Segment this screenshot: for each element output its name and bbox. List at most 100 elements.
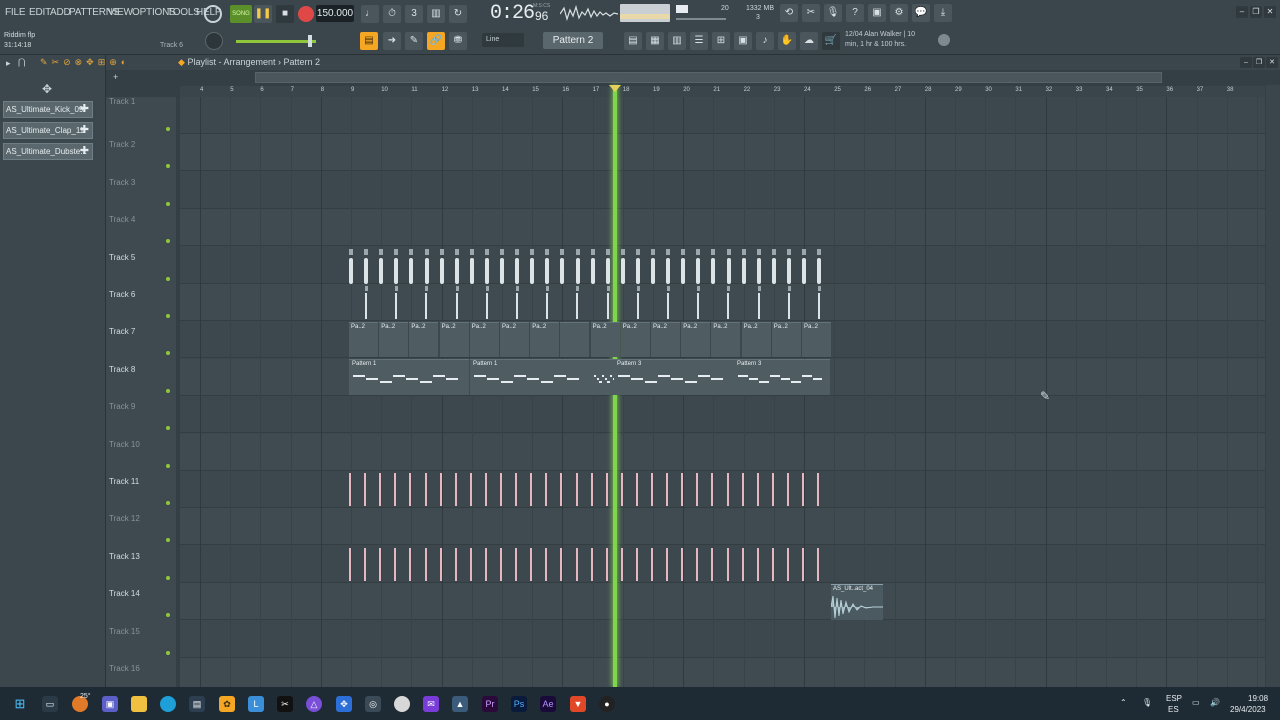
hat-note-track-13[interactable] xyxy=(484,548,487,581)
pattern-clip[interactable]: Pa..2 xyxy=(711,322,741,357)
file-explorer-icon[interactable] xyxy=(131,696,147,712)
track-lane[interactable] xyxy=(180,247,1265,284)
track-lane[interactable] xyxy=(180,209,1265,247)
clap-note[interactable] xyxy=(546,293,549,319)
hat-note-track-11[interactable] xyxy=(817,473,820,506)
hat-note-track-11[interactable] xyxy=(439,473,442,506)
obs-icon[interactable]: ● xyxy=(599,696,615,712)
clap-note-head[interactable] xyxy=(395,286,399,291)
add-track-icon[interactable]: + xyxy=(113,72,118,82)
chrome-icon[interactable] xyxy=(394,696,410,712)
hat-note-track-13[interactable] xyxy=(771,548,774,581)
track-name-9[interactable]: Track 9 xyxy=(109,402,135,411)
app-blue-icon[interactable]: ✥ xyxy=(336,696,352,712)
track-mute-led[interactable] xyxy=(166,463,170,468)
pattern-clip[interactable] xyxy=(560,322,590,357)
kick-note[interactable] xyxy=(500,258,504,284)
volume-icon[interactable]: 🔊 xyxy=(1210,698,1220,707)
countdown-icon[interactable]: 3 xyxy=(405,5,423,23)
language-bottom[interactable]: ES xyxy=(1168,705,1179,714)
hat-note-track-13[interactable] xyxy=(424,548,427,581)
pattern-clip[interactable]: Pa..2 xyxy=(651,322,680,357)
hat-note-track-11[interactable] xyxy=(756,473,759,506)
magnet-icon[interactable]: ⋂ xyxy=(18,57,25,68)
pattern-clip[interactable]: Pa..2 xyxy=(439,322,469,357)
clap-note[interactable] xyxy=(667,293,669,319)
hat-note-track-11[interactable] xyxy=(726,473,729,506)
hat-note-track-11[interactable] xyxy=(741,473,744,506)
kick-note[interactable] xyxy=(756,258,761,284)
clap-note[interactable] xyxy=(606,293,609,319)
kick-note-head[interactable] xyxy=(756,249,761,255)
live-icon[interactable]: L xyxy=(248,696,264,712)
clap-note[interactable] xyxy=(365,293,367,319)
kick-note[interactable] xyxy=(681,258,686,284)
clock-date[interactable]: 29/4/2023 xyxy=(1230,705,1266,714)
track-lane[interactable] xyxy=(180,172,1265,209)
clap-note[interactable] xyxy=(516,293,518,319)
hat-note-track-13[interactable] xyxy=(756,548,759,581)
edge-icon[interactable] xyxy=(160,696,176,712)
cut-icon[interactable]: ✂ xyxy=(802,4,820,22)
clap-note[interactable] xyxy=(757,293,760,319)
clap-note[interactable] xyxy=(727,293,730,319)
pattern-clip-long[interactable] xyxy=(590,359,616,395)
search-app-icon[interactable]: ◎ xyxy=(365,696,381,712)
pattern-clip[interactable]: Pa..2 xyxy=(590,322,620,357)
kick-note[interactable] xyxy=(439,258,444,284)
track-mute-led[interactable] xyxy=(166,501,170,505)
hat-note-track-13[interactable] xyxy=(741,548,744,581)
kick-note-head[interactable] xyxy=(545,249,550,255)
playlist-close-icon[interactable]: ✕ xyxy=(1266,57,1278,68)
close-window-icon[interactable]: ✕ xyxy=(1264,6,1276,18)
photoshop-icon[interactable]: Ps xyxy=(511,696,527,712)
track-lane[interactable] xyxy=(180,546,1265,583)
pattern-selector[interactable]: Pattern 2 xyxy=(543,32,603,49)
clap-note-head[interactable] xyxy=(787,286,791,291)
step-edit-icon[interactable]: ▥ xyxy=(427,5,445,23)
kick-note-head[interactable] xyxy=(500,249,504,255)
hat-note-track-11[interactable] xyxy=(515,473,518,506)
track-lane[interactable] xyxy=(180,396,1265,434)
add-icon[interactable]: ✚ xyxy=(80,102,89,117)
hat-note-track-11[interactable] xyxy=(605,473,608,506)
hat-note-track-11[interactable] xyxy=(681,473,684,506)
hat-note-track-11[interactable] xyxy=(786,473,789,506)
channel-rack-icon[interactable]: ▥ xyxy=(668,32,686,50)
kick-note-head[interactable] xyxy=(575,249,580,255)
hat-note-track-13[interactable] xyxy=(666,548,669,581)
kick-note-head[interactable] xyxy=(454,249,459,255)
pattern-clip[interactable]: Pa..2 xyxy=(409,322,439,357)
clap-note-head[interactable] xyxy=(546,286,550,291)
pattern-clip[interactable]: Pa..2 xyxy=(741,322,771,357)
clap-note-head[interactable] xyxy=(757,286,761,291)
kick-note[interactable] xyxy=(379,258,384,284)
clap-note[interactable] xyxy=(576,293,579,319)
hat-note-track-11[interactable] xyxy=(560,473,563,506)
kick-note[interactable] xyxy=(771,258,776,284)
kick-note-head[interactable] xyxy=(802,249,806,255)
clap-note[interactable] xyxy=(636,293,639,319)
clap-note-head[interactable] xyxy=(576,286,580,291)
wait-icon[interactable]: ⏱ xyxy=(383,5,401,23)
kick-note-head[interactable] xyxy=(590,249,595,255)
track-name-12[interactable]: Track 12 xyxy=(109,514,140,523)
kick-note[interactable] xyxy=(545,258,550,284)
download-icon[interactable]: ⤓ xyxy=(934,4,952,22)
kick-note-head[interactable] xyxy=(349,249,353,255)
kick-note[interactable] xyxy=(364,258,369,284)
shop-icon[interactable]: 🛒 xyxy=(822,32,840,50)
hat-note-track-13[interactable] xyxy=(364,548,367,581)
clap-note-head[interactable] xyxy=(606,286,610,291)
hat-note-track-11[interactable] xyxy=(454,473,457,506)
sidebar-arrow-icon[interactable]: ▸ xyxy=(6,58,11,69)
kick-note-head[interactable] xyxy=(666,249,671,255)
playlist-tools-icon[interactable]: ✎✂⊘⊗✥⊞⊕◐ xyxy=(40,57,170,69)
track-lane[interactable] xyxy=(180,97,1265,134)
add-icon[interactable]: ✚ xyxy=(80,123,89,138)
hat-note-track-13[interactable] xyxy=(530,548,533,581)
kick-note-head[interactable] xyxy=(681,249,686,255)
track-name-8[interactable]: Track 8 xyxy=(109,365,135,374)
track-lane[interactable] xyxy=(180,471,1265,508)
channel-item-dubstep[interactable]: AS_Ultimate_Dubste... ✚ xyxy=(3,143,93,160)
